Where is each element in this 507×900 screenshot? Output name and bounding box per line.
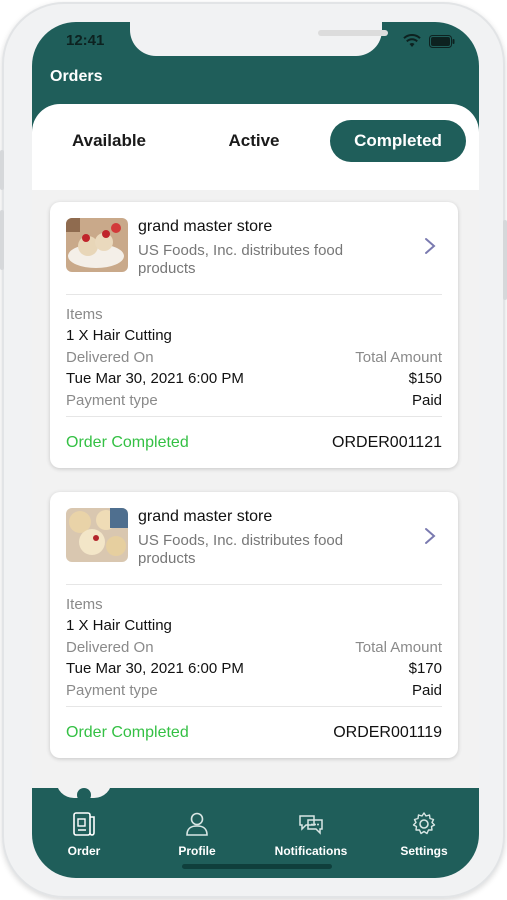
- tab-completed[interactable]: Completed: [330, 120, 466, 162]
- delivered-label: Delivered On: [66, 349, 154, 366]
- payment-label: Payment type: [66, 392, 158, 409]
- chevron-right-icon[interactable]: [422, 236, 438, 256]
- active-indicator: [77, 788, 91, 802]
- battery-icon: [429, 34, 455, 48]
- store-thumbnail: [66, 218, 128, 272]
- nav-notifications[interactable]: Notifications: [261, 810, 361, 858]
- settings-icon: [412, 812, 436, 835]
- total-value: $170: [408, 660, 442, 677]
- total-label: Total Amount: [355, 639, 442, 656]
- order-status: Order Completed: [66, 724, 189, 741]
- store-name: grand master store: [138, 218, 273, 235]
- status-icons: [403, 34, 455, 48]
- divider: [66, 294, 442, 295]
- delivered-value: Tue Mar 30, 2021 6:00 PM: [66, 370, 244, 387]
- store-name: grand master store: [138, 508, 273, 525]
- nav-order[interactable]: Order: [34, 810, 134, 858]
- nav-profile[interactable]: Profile: [147, 810, 247, 858]
- divider: [66, 584, 442, 585]
- nav-label-notifications: Notifications: [274, 844, 348, 858]
- total-value: $150: [408, 370, 442, 387]
- delivered-label: Delivered On: [66, 639, 154, 656]
- notch: [130, 22, 388, 56]
- tab-bar: Available Active Completed: [32, 104, 479, 190]
- side-button: [503, 220, 507, 300]
- order-icon: [73, 812, 95, 836]
- order-card[interactable]: grand master store US Foods, Inc. distri…: [50, 492, 458, 758]
- profile-icon: [186, 812, 208, 836]
- nav-label-profile: Profile: [178, 844, 216, 858]
- order-id: ORDER001119: [333, 724, 442, 741]
- page-title: Orders: [50, 68, 103, 85]
- nav-settings[interactable]: Settings: [374, 810, 474, 858]
- items-value: 1 X Hair Cutting: [66, 617, 172, 634]
- wifi-icon: [403, 34, 421, 47]
- order-card[interactable]: grand master store US Foods, Inc. distri…: [50, 202, 458, 468]
- speaker: [318, 30, 388, 36]
- side-button: [0, 150, 4, 190]
- tab-active[interactable]: Active: [202, 120, 306, 162]
- order-status: Order Completed: [66, 434, 189, 451]
- store-thumbnail: [66, 508, 128, 562]
- nav-label-settings: Settings: [400, 844, 448, 858]
- side-button: [0, 210, 4, 270]
- app-screen: 12:41 Orders Available Active Completed: [32, 22, 479, 878]
- payment-value: Paid: [411, 682, 442, 699]
- items-value: 1 X Hair Cutting: [66, 327, 172, 344]
- total-label: Total Amount: [355, 349, 442, 366]
- payment-value: Paid: [411, 392, 442, 409]
- items-label: Items: [66, 306, 103, 323]
- tab-available[interactable]: Available: [50, 120, 168, 162]
- divider: [66, 706, 442, 707]
- chevron-right-icon[interactable]: [422, 526, 438, 546]
- status-time: 12:41: [66, 32, 105, 49]
- nav-label-order: Order: [67, 844, 101, 858]
- store-description: US Foods, Inc. distributes food products: [138, 532, 344, 567]
- home-indicator: [182, 864, 332, 869]
- order-id: ORDER001121: [332, 434, 442, 451]
- items-label: Items: [66, 596, 103, 613]
- divider: [66, 416, 442, 417]
- store-description: US Foods, Inc. distributes food products: [138, 242, 344, 277]
- payment-label: Payment type: [66, 682, 158, 699]
- delivered-value: Tue Mar 30, 2021 6:00 PM: [66, 660, 244, 677]
- notifications-icon: [299, 815, 323, 835]
